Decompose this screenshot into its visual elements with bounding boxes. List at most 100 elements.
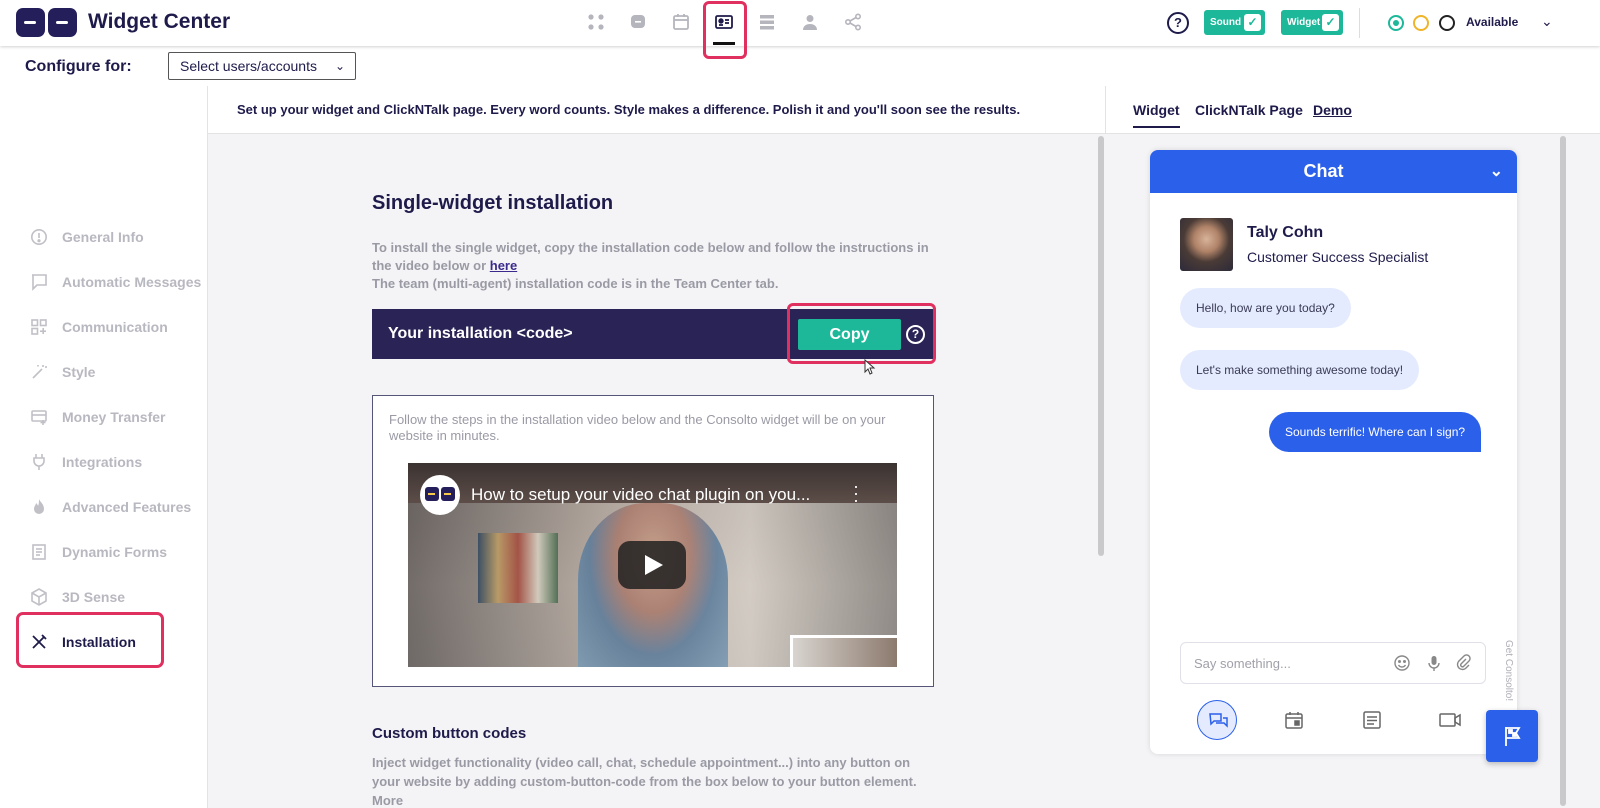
video-instructions: Follow the steps in the installation vid… [389, 412, 886, 443]
video-player[interactable]: How to setup your video chat plugin on y… [408, 463, 897, 667]
widget-toggle[interactable]: Widget ✓ [1281, 10, 1343, 35]
main-scrollbar[interactable] [1097, 134, 1105, 808]
message-icon [30, 273, 48, 291]
sidebar-item-label: Money Transfer [62, 409, 166, 425]
select-users-dropdown[interactable]: Select users/accounts ⌄ [168, 52, 356, 80]
custom-button-heading: Custom button codes [372, 725, 527, 742]
app-title: Widget Center [88, 10, 231, 33]
card-icon [30, 408, 48, 426]
microphone-icon[interactable] [1425, 654, 1443, 672]
sidebar-item-dynamic-forms[interactable]: Dynamic Forms [30, 541, 200, 565]
video-pip-thumbnail [790, 635, 897, 667]
sidebar-item-advanced-features[interactable]: Advanced Features [30, 496, 200, 520]
tab-clickntalk-page[interactable]: ClickNTalk Page [1195, 102, 1303, 118]
sound-toggle-label: Sound [1210, 17, 1242, 28]
person-icon[interactable] [800, 12, 820, 32]
agent-name: Taly Cohn [1247, 224, 1324, 241]
sidebar-item-style[interactable]: Style [30, 361, 200, 385]
top-bar: Widget Center ? Sound ✓ Widget ✓ Availab… [0, 0, 1600, 59]
status-away-radio[interactable] [1413, 15, 1429, 31]
preview-scrollbar[interactable] [1558, 134, 1568, 808]
sidebar-item-3d-sense[interactable]: 3D Sense [30, 586, 200, 610]
plug-icon [30, 453, 48, 471]
emoji-icon[interactable] [1393, 654, 1411, 672]
attachment-icon[interactable] [1454, 654, 1472, 672]
desc-text: To install the single widget, copy the i… [372, 240, 929, 273]
status-offline-radio[interactable] [1439, 15, 1455, 31]
check-icon: ✓ [1244, 14, 1261, 31]
chevron-down-icon[interactable]: ⌄ [1541, 13, 1553, 30]
copy-button-highlight [787, 303, 936, 364]
sidebar-item-label: Integrations [62, 454, 143, 470]
chat-message-user: Sounds terrific! Where can I sign? [1269, 412, 1482, 452]
magic-wand-icon [30, 363, 48, 381]
select-users-value: Select users/accounts [180, 58, 317, 74]
sidebar-item-general-info[interactable]: General Info [30, 226, 200, 250]
sidebar [0, 86, 208, 808]
chat-title: Chat [1303, 161, 1344, 181]
sidebar-item-label: 3D Sense [62, 589, 126, 605]
widget-toggle-label: Widget [1287, 17, 1321, 28]
sidebar-item-label: General Info [62, 229, 144, 245]
help-icon[interactable]: ? [1167, 12, 1189, 34]
tab-widget[interactable]: Widget [1133, 102, 1180, 128]
chevron-down-icon[interactable]: ⌄ [1490, 161, 1503, 181]
sidebar-item-integrations[interactable]: Integrations [30, 451, 200, 475]
status-online-radio[interactable] [1388, 15, 1404, 31]
tab-demo[interactable]: Demo [1313, 102, 1352, 118]
check-icon: ✓ [1322, 14, 1339, 31]
active-item-highlight [16, 612, 164, 668]
chat-bubble-icon[interactable] [628, 12, 648, 32]
here-link[interactable]: here [490, 258, 517, 273]
cube-icon [30, 588, 48, 606]
chat-widget-preview: Chat ⌄ Taly Cohn Customer Success Specia… [1150, 150, 1517, 754]
app-logo[interactable] [16, 8, 78, 38]
input-placeholder: Say something... [1194, 656, 1291, 671]
info-icon [30, 228, 48, 246]
desc-team-text: The team (multi-agent) installation code… [372, 276, 779, 291]
sidebar-item-label: Automatic Messages [62, 274, 202, 290]
form-icon [30, 543, 48, 561]
sidebar-item-label: Dynamic Forms [62, 544, 168, 560]
installation-code-label: Your installation <code> [388, 325, 573, 342]
branding-link[interactable]: Get Consolto! [1500, 640, 1514, 706]
install-description: To install the single widget, copy the i… [372, 239, 937, 293]
form-icon[interactable] [1352, 700, 1392, 740]
mouse-cursor-icon [864, 358, 876, 375]
sidebar-item-label: Advanced Features [62, 499, 192, 515]
chat-message: Hello, how are you today? [1180, 288, 1351, 328]
custom-button-description: Inject widget functionality (video call,… [372, 755, 917, 808]
apps-icon[interactable] [586, 12, 606, 32]
avatar [1180, 218, 1233, 271]
video-camera-icon[interactable] [1430, 700, 1470, 740]
grid-plus-icon [30, 318, 48, 336]
section-heading: Single-widget installation [372, 192, 614, 214]
sidebar-item-label: Communication [62, 319, 168, 335]
sidebar-item-communication[interactable]: Communication [30, 316, 200, 340]
divider [1359, 8, 1360, 38]
more-options-icon[interactable]: · · · [853, 477, 859, 509]
sidebar-item-label: Style [62, 364, 96, 380]
sidebar-item-money-transfer[interactable]: Money Transfer [30, 406, 200, 430]
flag-launcher-button[interactable] [1486, 710, 1538, 762]
sidebar-item-automatic-messages[interactable]: Automatic Messages [30, 271, 202, 295]
chat-message: Let's make something awesome today! [1180, 350, 1420, 390]
status-label: Available [1466, 15, 1519, 29]
chat-message-input[interactable]: Say something... [1180, 642, 1486, 684]
video-title[interactable]: How to setup your video chat plugin on y… [471, 485, 810, 505]
flame-icon [30, 498, 48, 516]
agent-role: Customer Success Specialist [1247, 249, 1429, 265]
calendar-icon[interactable] [671, 12, 691, 32]
chevron-down-icon: ⌄ [334, 59, 345, 73]
calendar-icon[interactable] [1274, 700, 1314, 740]
intro-bar: Set up your widget and ClickNTalk page. … [208, 86, 1105, 134]
chat-bubbles-icon[interactable] [1197, 700, 1237, 740]
sound-toggle[interactable]: Sound ✓ [1204, 10, 1265, 35]
configure-label: Configure for: [25, 58, 132, 75]
list-icon[interactable] [757, 12, 777, 32]
intro-text: Set up your widget and ClickNTalk page. … [237, 102, 1021, 117]
share-icon[interactable] [843, 12, 863, 32]
play-icon[interactable] [618, 541, 686, 589]
chat-header[interactable]: Chat ⌄ [1150, 150, 1517, 193]
channel-logo[interactable] [420, 475, 460, 515]
